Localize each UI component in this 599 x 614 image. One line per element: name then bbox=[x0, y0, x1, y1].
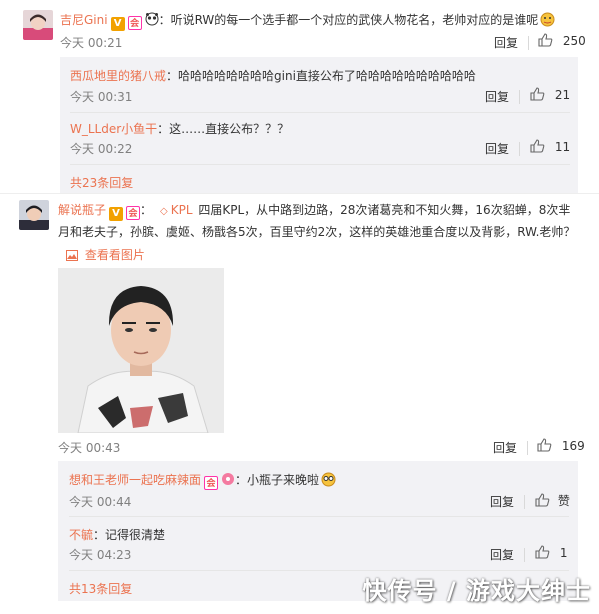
comment-text: ：听说RW的每一个选手都一个对应的武侠人物花名，老帅对应的是谁呢 bbox=[158, 13, 539, 27]
thumbs-up-icon bbox=[530, 139, 545, 156]
username-link[interactable]: W_LLder小鱼干 bbox=[70, 122, 157, 136]
divider bbox=[524, 548, 525, 562]
reply-time: 今天 00:22 bbox=[70, 142, 133, 156]
divider bbox=[69, 516, 569, 517]
watermark: 快传号 / 游戏大绅士 bbox=[362, 577, 591, 605]
comment-text: 四届KPL，从中路到边路，28次诸葛亮和不知火舞，16次貂蝉，8次芈 bbox=[198, 203, 571, 217]
face-emoji-icon bbox=[540, 12, 555, 27]
reply-time: 今天 00:31 bbox=[70, 90, 133, 104]
diamond-icon: ◇ bbox=[160, 206, 168, 217]
reply-time: 今天 04:23 bbox=[69, 548, 132, 562]
reply-button[interactable]: 回复 bbox=[494, 34, 518, 51]
username-link[interactable]: 西瓜地里的猪八戒 bbox=[70, 69, 166, 83]
divider bbox=[524, 495, 525, 509]
image-icon bbox=[66, 250, 78, 264]
reply-button[interactable]: 回复 bbox=[493, 439, 517, 456]
like-button[interactable]: 赞 bbox=[535, 492, 570, 510]
like-count: 21 bbox=[554, 88, 571, 102]
like-count: 1 bbox=[559, 546, 568, 560]
divider bbox=[519, 142, 520, 156]
username-link[interactable]: 吉尼Gini bbox=[60, 13, 108, 27]
topic-tag[interactable]: ◇ KPL bbox=[160, 203, 193, 217]
glasses-emoji-icon bbox=[321, 472, 336, 487]
reply-body: W_LLder小鱼干：这……直接公布？？？ bbox=[70, 120, 289, 137]
like-button[interactable]: 11 bbox=[530, 139, 570, 156]
divider bbox=[527, 441, 528, 455]
thumbs-up-icon bbox=[535, 545, 550, 562]
comment-body: 吉尼Gini V 会 ：听说RW的每一个选手都一个对应的武侠人物花名，老帅对应的是谁… bbox=[60, 11, 555, 31]
username-link[interactable]: 想和王老师一起吃麻辣面 bbox=[69, 473, 201, 487]
reply-text: ：哈哈哈哈哈哈哈哈gini直接公布了哈哈哈哈哈哈哈哈哈哈 bbox=[166, 69, 476, 83]
donut-icon bbox=[221, 472, 235, 486]
member-icon: 会 bbox=[204, 476, 219, 490]
divider bbox=[70, 164, 570, 165]
like-button[interactable]: 1 bbox=[535, 545, 567, 562]
divider bbox=[70, 112, 570, 113]
view-image-link[interactable]: 查看看图片 bbox=[66, 246, 145, 264]
comment-time: 今天 00:43 bbox=[58, 441, 121, 455]
thumbs-up-icon bbox=[537, 438, 552, 455]
divider bbox=[528, 36, 529, 50]
topic-tag-label: KPL bbox=[170, 203, 193, 217]
thumbs-up-icon bbox=[538, 33, 553, 50]
reply-body: 西瓜地里的猪八戒：哈哈哈哈哈哈哈哈gini直接公布了哈哈哈哈哈哈哈哈哈哈 bbox=[70, 67, 476, 84]
like-count: 11 bbox=[554, 140, 571, 154]
username-link[interactable]: 不毓 bbox=[69, 528, 93, 542]
reply-text: ：这……直接公布？？？ bbox=[157, 122, 290, 136]
thumbs-up-icon bbox=[530, 87, 545, 104]
like-count: 250 bbox=[562, 34, 586, 48]
like-button[interactable]: 250 bbox=[538, 33, 586, 50]
member-icon: 会 bbox=[126, 206, 141, 220]
reply-button[interactable]: 回复 bbox=[485, 88, 509, 105]
reply-button[interactable]: 回复 bbox=[485, 140, 509, 157]
reply-button[interactable]: 回复 bbox=[490, 493, 514, 510]
reply-text: ：记得很清楚 bbox=[93, 528, 166, 542]
colon-text: ： bbox=[140, 203, 153, 217]
like-button[interactable]: 169 bbox=[537, 438, 585, 455]
reply-text: ：小瓶子来晚啦 bbox=[235, 473, 320, 487]
like-count: 169 bbox=[561, 439, 585, 453]
verified-icon: V bbox=[110, 17, 125, 31]
comment-time: 今天 00:21 bbox=[60, 36, 123, 50]
username-link[interactable]: 解说瓶子 bbox=[58, 203, 106, 217]
avatar[interactable] bbox=[19, 200, 49, 230]
reply-button[interactable]: 回复 bbox=[490, 546, 514, 563]
avatar[interactable] bbox=[23, 10, 53, 40]
view-image-label: 查看看图片 bbox=[84, 248, 145, 262]
reply-body: 不毓：记得很清楚 bbox=[69, 526, 165, 543]
like-count: 赞 bbox=[557, 494, 570, 508]
more-replies-link[interactable]: 共23条回复 bbox=[70, 174, 133, 191]
more-replies-link[interactable]: 共13条回复 bbox=[69, 580, 132, 597]
reply-body: 想和王老师一起吃麻辣面会 ：小瓶子来晚啦 bbox=[69, 471, 336, 490]
divider bbox=[519, 90, 520, 104]
verified-icon: V bbox=[109, 207, 124, 221]
comment-text-line2: 月和老夫子，孙膑、虞姬、杨戬各5次，百里守约2次，这样的英雄池重合度以及背影，R… bbox=[58, 225, 576, 239]
member-icon: 会 bbox=[127, 16, 142, 30]
like-button[interactable]: 21 bbox=[530, 87, 570, 104]
reply-time: 今天 00:44 bbox=[69, 495, 132, 509]
panda-emoji-icon bbox=[145, 12, 159, 26]
attached-photo[interactable] bbox=[58, 268, 224, 433]
thumbs-up-icon bbox=[535, 493, 550, 510]
divider bbox=[0, 193, 599, 194]
comment-body: 解说瓶子 V 会： ◇ KPL 四届KPL，从中路到边路，28次诸葛亮和不知火舞，16次… bbox=[58, 200, 578, 243]
